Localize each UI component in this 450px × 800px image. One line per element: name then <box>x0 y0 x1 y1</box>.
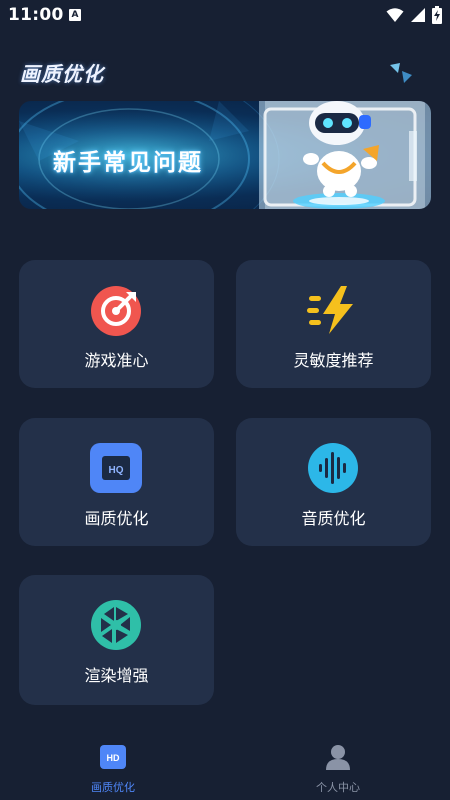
status-icons <box>386 6 442 24</box>
tile-label: 灵敏度推荐 <box>293 351 374 370</box>
status-bar: 11:00 A <box>0 0 450 32</box>
crosshair-target-icon <box>91 286 141 336</box>
banner-text: 新手常见问题 <box>53 150 203 176</box>
nav-label: 画质优化 <box>91 781 135 794</box>
aperture-icon <box>91 600 141 650</box>
wifi-icon <box>386 8 404 22</box>
tile-label: 音质优化 <box>301 509 366 528</box>
tile-label: 游戏准心 <box>84 351 149 370</box>
hq-icon: HQ <box>90 443 142 493</box>
tile-sensitivity-recommend[interactable]: 灵敏度推荐 <box>236 260 431 388</box>
tile-label: 画质优化 <box>84 509 149 528</box>
app-screen: 11:00 A 画质优化 新手常见问题 游戏准心 灵敏度推荐 HQ 画质优化 音… <box>0 0 450 800</box>
svg-text:HD: HD <box>107 753 120 763</box>
status-time: 11:00 <box>8 5 64 25</box>
decorative-shards-icon <box>390 63 412 83</box>
battery-charging-icon <box>432 6 442 24</box>
tile-picture-quality[interactable]: HQ 画质优化 <box>19 418 214 546</box>
signal-icon <box>411 8 425 22</box>
bottom-nav: HD 画质优化 个人中心 <box>0 735 450 800</box>
nav-item-picture-quality[interactable]: HD 画质优化 <box>53 735 173 800</box>
tile-sound-quality[interactable]: 音质优化 <box>236 418 431 546</box>
nav-item-profile[interactable]: 个人中心 <box>278 735 398 800</box>
soundwave-icon <box>308 443 358 493</box>
page-title: 画质优化 <box>20 62 104 86</box>
lightning-icon <box>307 286 353 334</box>
notification-a-icon: A <box>69 9 81 21</box>
tile-label: 渲染增强 <box>84 666 149 685</box>
robot-illustration <box>263 101 417 209</box>
hd-icon: HD <box>100 745 126 769</box>
tile-render-enhance[interactable]: 渲染增强 <box>19 575 214 705</box>
svg-text:HQ: HQ <box>109 465 124 476</box>
nav-label: 个人中心 <box>316 781 360 794</box>
tile-game-crosshair[interactable]: 游戏准心 <box>19 260 214 388</box>
faq-banner[interactable]: 新手常见问题 <box>19 101 431 209</box>
person-icon <box>326 745 350 770</box>
